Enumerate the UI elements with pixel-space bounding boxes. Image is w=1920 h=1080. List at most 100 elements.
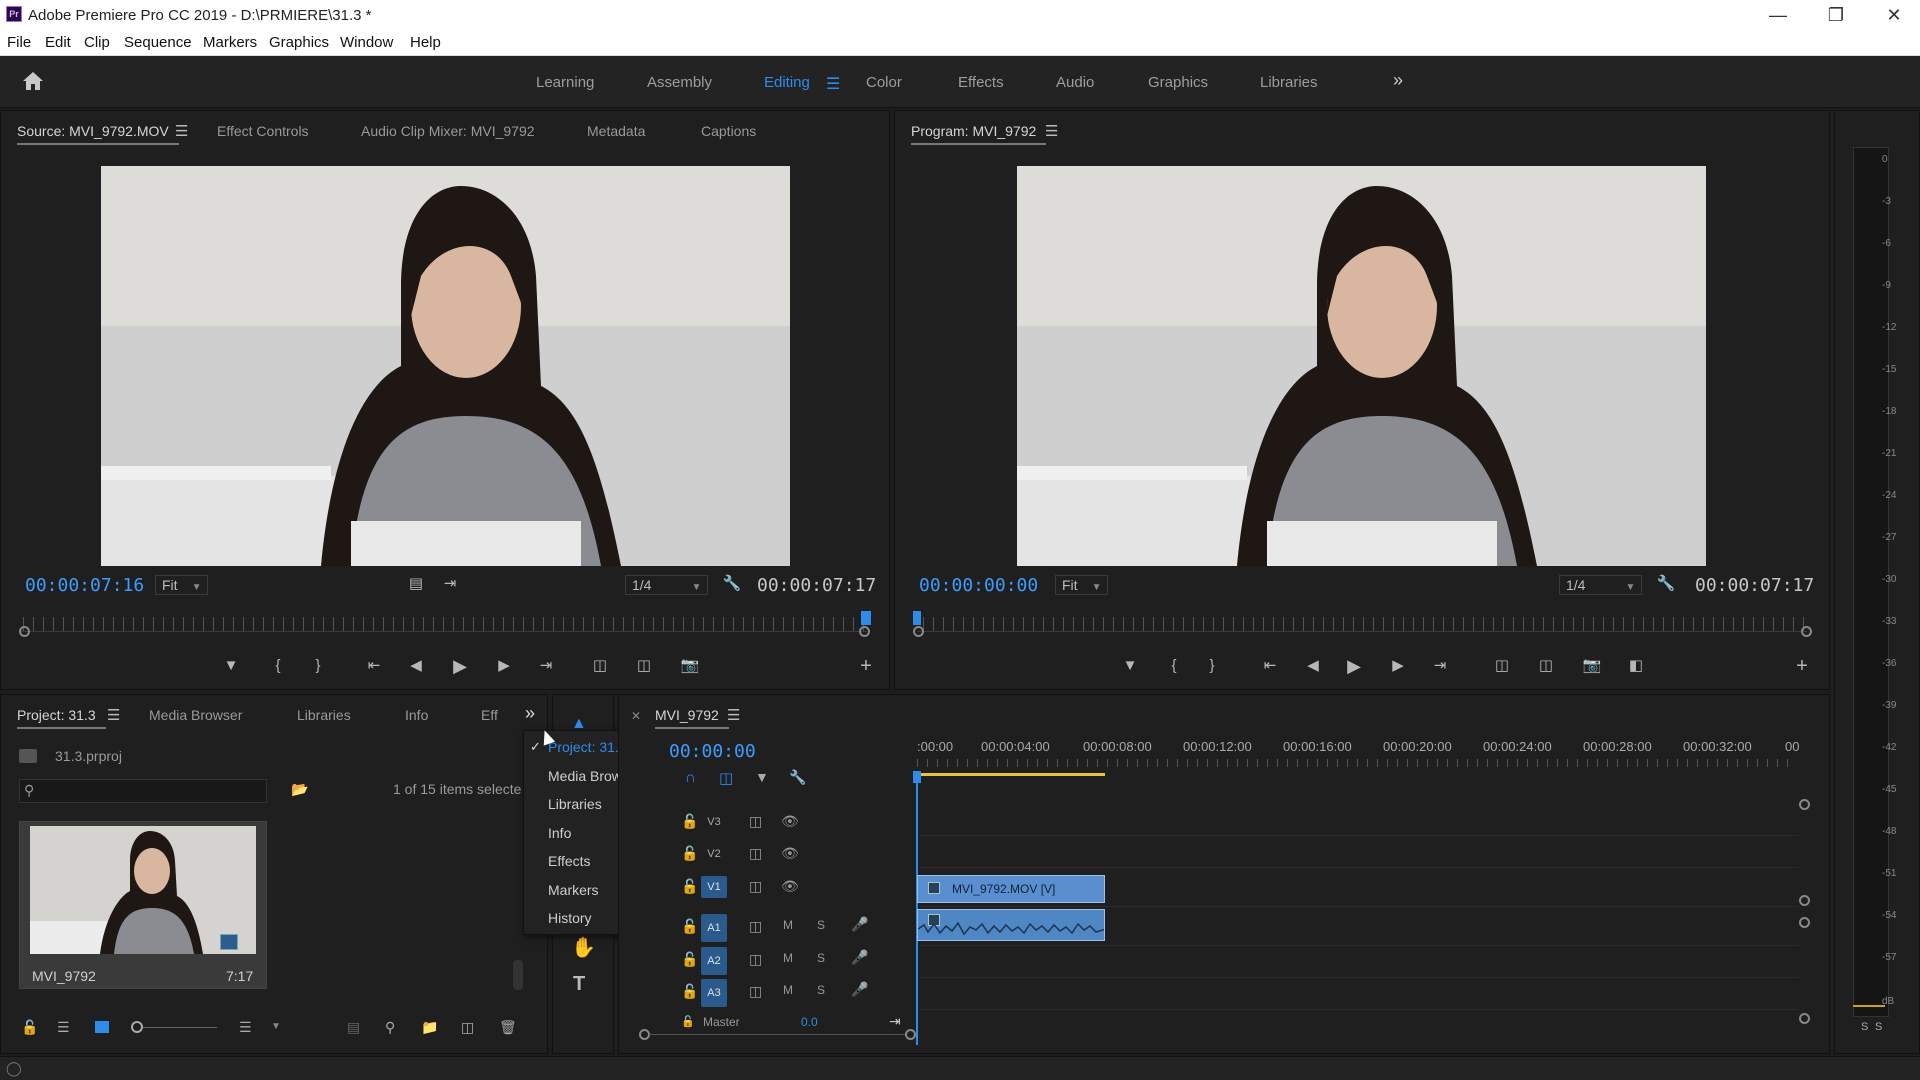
workspace-graphics[interactable]: Graphics <box>1148 74 1208 91</box>
icon-view-icon[interactable] <box>95 1021 109 1033</box>
timeline-timecode[interactable]: 00:00:00 <box>669 741 756 762</box>
export-frame-icon[interactable]: 📷 <box>677 653 703 679</box>
menu-item-history[interactable]: History <box>548 910 592 926</box>
tab-effect-controls[interactable]: Effect Controls <box>217 123 309 139</box>
timeline-panel-menu-icon[interactable]: ☰ <box>727 706 740 724</box>
extract-icon[interactable]: ◫ <box>1533 653 1559 679</box>
add-button-icon[interactable]: + <box>853 653 879 679</box>
scroll-handle-left-icon[interactable] <box>19 626 30 637</box>
menu-window[interactable]: Window <box>340 34 393 51</box>
snap-icon[interactable]: ∩ <box>685 769 696 786</box>
track-label-v3[interactable]: V3 <box>701 811 727 833</box>
sync-lock-icon[interactable]: ◫ <box>749 951 762 968</box>
workspace-effects[interactable]: Effects <box>958 74 1004 91</box>
vertical-scroll-handle-icon[interactable] <box>1799 1013 1810 1024</box>
workspace-libraries[interactable]: Libraries <box>1260 74 1318 91</box>
menu-item-markers[interactable]: Markers <box>548 882 599 898</box>
program-zoom-dropdown[interactable]: Fit ▼ <box>1055 575 1109 595</box>
eye-icon[interactable]: 👁 <box>781 845 799 862</box>
project-search-input[interactable]: ⚲ <box>19 779 267 803</box>
new-item-icon[interactable]: ◫ <box>461 1019 474 1036</box>
menu-markers[interactable]: Markers <box>203 34 257 51</box>
menu-edit[interactable]: Edit <box>45 34 71 51</box>
mark-in-icon[interactable]: { <box>1161 653 1187 679</box>
track-label-a3[interactable]: A3 <box>701 979 727 1007</box>
microphone-icon[interactable]: 🎤 <box>851 916 868 933</box>
tab-metadata[interactable]: Metadata <box>587 123 645 139</box>
go-to-in-icon[interactable]: ⇤ <box>361 653 387 679</box>
menu-item-effects[interactable]: Effects <box>548 853 591 869</box>
minimize-icon[interactable]: — <box>1750 2 1806 28</box>
track-label-v1[interactable]: V1 <box>701 876 727 898</box>
solo-button[interactable]: S <box>817 918 825 932</box>
list-view-icon[interactable]: ☰ <box>57 1019 70 1036</box>
hand-tool-icon[interactable]: ✋ <box>571 935 596 960</box>
track-label-a2[interactable]: A2 <box>701 947 727 975</box>
solo-right-button[interactable]: S <box>1875 1021 1882 1033</box>
scroll-handle-left-icon[interactable] <box>913 626 924 637</box>
go-to-end-icon[interactable]: ⇥ <box>889 1013 901 1030</box>
add-marker-icon[interactable]: ▼ <box>755 769 769 785</box>
menu-graphics[interactable]: Graphics <box>269 34 329 51</box>
sync-lock-icon[interactable]: ◫ <box>749 813 762 830</box>
menu-help[interactable]: Help <box>410 34 441 51</box>
lock-icon[interactable]: 🔓 <box>681 983 698 1000</box>
zoom-slider[interactable] <box>143 1027 217 1028</box>
program-zoom-scrollbar[interactable] <box>917 631 1807 632</box>
workspace-learning[interactable]: Learning <box>536 74 594 91</box>
source-playhead-timecode[interactable]: 00:00:07:16 <box>25 575 144 596</box>
mark-out-icon[interactable]: } <box>1199 653 1225 679</box>
project-panel-menu-icon[interactable]: ☰ <box>107 706 120 724</box>
scroll-handle-right-icon[interactable] <box>1801 626 1812 637</box>
menu-item-info[interactable]: Info <box>548 825 571 841</box>
microphone-icon[interactable]: 🎤 <box>851 981 868 998</box>
menu-sequence[interactable]: Sequence <box>124 34 192 51</box>
go-to-out-icon[interactable]: ⇥ <box>533 653 559 679</box>
source-zoom-scrollbar[interactable] <box>21 631 867 632</box>
tab-effects[interactable]: Eff <box>481 707 498 723</box>
close-icon[interactable]: ✕ <box>1866 2 1920 28</box>
chevron-down-icon[interactable]: ▼ <box>271 1021 281 1032</box>
mute-button[interactable]: M <box>783 983 793 997</box>
timeline-settings-wrench-icon[interactable]: 🔧 <box>789 769 806 786</box>
insert-icon[interactable]: ◫ <box>587 653 613 679</box>
lock-icon[interactable]: 🔓 <box>681 951 698 968</box>
step-back-icon[interactable]: ◀ <box>1300 653 1326 679</box>
lock-icon[interactable]: 🔓 <box>681 918 698 935</box>
source-panel-menu-icon[interactable]: ☰ <box>175 122 188 140</box>
project-item-card[interactable]: MVI_9792 7:17 <box>19 821 267 989</box>
tab-source[interactable]: Source: MVI_9792.MOV <box>17 123 179 145</box>
mark-in-icon[interactable]: { <box>265 653 291 679</box>
wrench-icon[interactable]: 🔧 <box>1653 571 1679 597</box>
vertical-scroll-handle-icon[interactable] <box>1799 917 1810 928</box>
new-bin-icon[interactable]: 📁 <box>421 1019 438 1036</box>
lock-icon[interactable]: 🔓 <box>681 1015 695 1028</box>
home-icon[interactable] <box>22 71 44 91</box>
master-volume-value[interactable]: 0.0 <box>801 1015 818 1029</box>
scroll-handle-right-icon[interactable] <box>905 1029 916 1040</box>
automate-to-sequence-icon[interactable]: ▤ <box>347 1019 360 1036</box>
add-button-icon[interactable]: + <box>1789 653 1815 679</box>
source-time-ruler[interactable] <box>23 617 867 631</box>
tab-media-browser[interactable]: Media Browser <box>149 707 242 723</box>
restore-icon[interactable]: ❐ <box>1808 2 1864 28</box>
tab-sequence[interactable]: MVI_9792 <box>655 707 729 729</box>
trash-icon[interactable]: 🗑 <box>499 1019 517 1036</box>
solo-button[interactable]: S <box>817 983 825 997</box>
tab-captions[interactable]: Captions <box>701 123 756 139</box>
lock-icon[interactable]: 🔓 <box>681 845 698 862</box>
solo-left-button[interactable]: S <box>1861 1021 1868 1033</box>
menu-file[interactable]: File <box>7 34 31 51</box>
program-resolution-dropdown[interactable]: 1/4 ▼ <box>1559 575 1643 595</box>
wrench-icon[interactable]: 🔧 <box>719 571 745 597</box>
step-forward-icon[interactable]: ▶ <box>491 653 517 679</box>
drag-video-audio-icon[interactable]: ⇥ <box>437 571 463 597</box>
program-time-ruler[interactable] <box>923 617 1807 631</box>
go-to-in-icon[interactable]: ⇤ <box>1257 653 1283 679</box>
tab-project[interactable]: Project: 31.3 <box>17 707 106 729</box>
go-to-out-icon[interactable]: ⇥ <box>1427 653 1453 679</box>
add-marker-icon[interactable]: ▼ <box>1117 653 1143 679</box>
microphone-icon[interactable]: 🎤 <box>851 949 868 966</box>
mark-out-icon[interactable]: } <box>305 653 331 679</box>
work-area-bar[interactable] <box>917 773 1105 776</box>
